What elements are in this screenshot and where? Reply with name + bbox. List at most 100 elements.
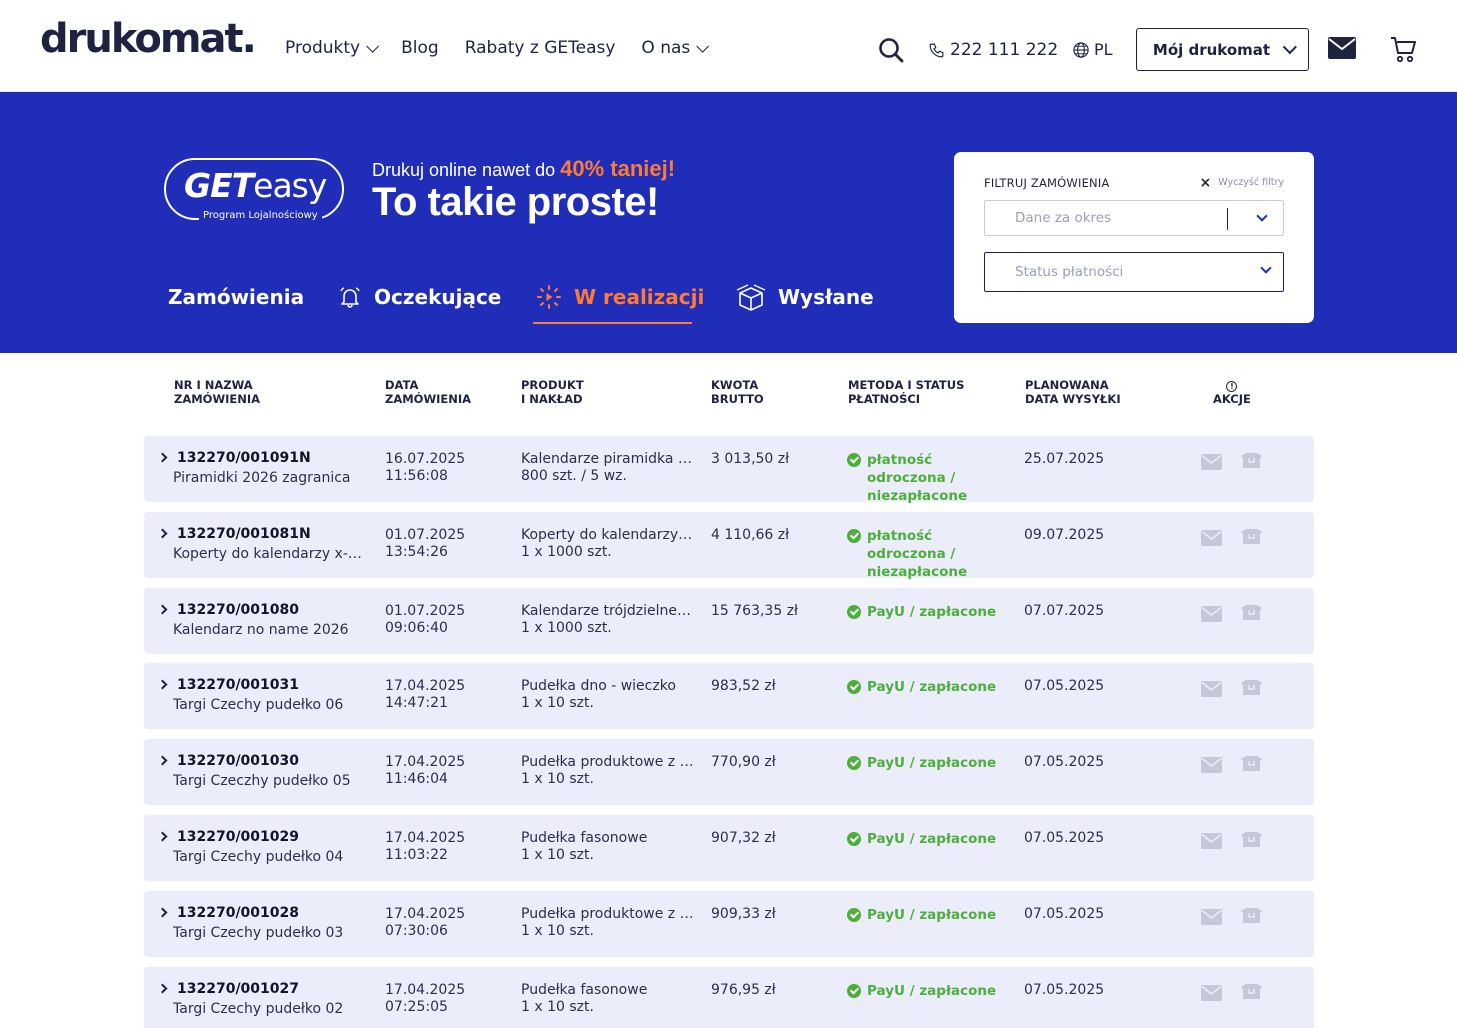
col-header-ship-date: PLANOWANA DATA WYSYŁKI	[1025, 378, 1121, 406]
expand-chevron-icon[interactable]	[157, 831, 168, 842]
nav-item-blog[interactable]: Blog	[401, 38, 439, 58]
product-name: Kalendarze piramidka pr...	[521, 451, 694, 467]
site-header: drukomat. Produkty Blog Rabaty z GETeasy…	[0, 0, 1457, 92]
info-icon[interactable]: !	[1226, 381, 1238, 392]
package-icon[interactable]	[1241, 756, 1262, 773]
mail-icon[interactable]	[1201, 985, 1222, 1001]
logo[interactable]: drukomat.	[40, 16, 257, 62]
globe-icon	[1073, 41, 1089, 58]
package-icon[interactable]	[1241, 605, 1262, 622]
payment-status: PayU / zapłacone	[847, 754, 1007, 772]
planned-ship-date: 07.05.2025	[1024, 830, 1105, 846]
chevron-down-icon	[1260, 262, 1272, 274]
package-icon[interactable]	[1241, 984, 1262, 1001]
expand-chevron-icon[interactable]	[157, 679, 168, 690]
chevron-down-icon	[366, 39, 380, 53]
order-number: 132270/001027	[177, 981, 300, 997]
expand-chevron-icon[interactable]	[157, 604, 168, 615]
period-select[interactable]: Dane za okres	[984, 200, 1284, 236]
gross-amount: 15 763,35 zł	[711, 603, 799, 619]
payment-status-select[interactable]: Status płatności	[984, 252, 1284, 292]
order-time: 11:03:22	[385, 847, 448, 863]
order-name: Targi Czeczhy pudełko 05	[173, 773, 351, 789]
table-row[interactable]: 132270/001030 Targi Czeczhy pudełko 05 1…	[144, 739, 1314, 805]
nav-item-o-nas[interactable]: O nas	[641, 38, 710, 58]
search-icon[interactable]	[878, 37, 904, 63]
product-name: Pudełka dno - wieczko	[521, 678, 676, 694]
order-date: 01.07.2025	[385, 603, 466, 619]
check-circle-icon	[847, 908, 861, 922]
col-header-product: PRODUKT I NAKŁAD	[521, 378, 584, 406]
product-quantity: 800 szt. / 5 wz.	[521, 468, 627, 484]
package-icon	[736, 284, 766, 311]
mail-icon[interactable]	[1328, 37, 1356, 59]
check-circle-icon	[847, 453, 861, 467]
phone-icon	[929, 43, 944, 57]
package-icon[interactable]	[1241, 529, 1262, 546]
package-icon[interactable]	[1241, 453, 1262, 470]
product-quantity: 1 x 10 szt.	[521, 847, 594, 863]
tab-oczekujace[interactable]: Oczekujące	[338, 280, 501, 314]
planned-ship-date: 07.05.2025	[1024, 906, 1105, 922]
nav-item-rabaty[interactable]: Rabaty z GETeasy	[465, 38, 616, 58]
mail-icon[interactable]	[1201, 454, 1222, 470]
tab-w-realizacji[interactable]: W realizacji	[536, 280, 704, 314]
clear-filters-button[interactable]: × Wyczyść filtry	[1200, 176, 1284, 190]
tab-zamowienia[interactable]: Zamówienia	[168, 280, 304, 314]
mail-icon[interactable]	[1201, 530, 1222, 546]
bell-icon	[340, 287, 360, 308]
table-row[interactable]: 132270/001027 Targi Czechy pudełko 02 17…	[144, 967, 1314, 1028]
expand-chevron-icon[interactable]	[157, 907, 168, 918]
mail-icon[interactable]	[1201, 757, 1222, 773]
order-name: Targi Czechy pudełko 04	[173, 849, 344, 865]
payment-status: płatność odroczona / niezapłacone	[847, 527, 1007, 581]
expand-chevron-icon[interactable]	[157, 528, 168, 539]
main-nav: Produkty Blog Rabaty z GETeasy O nas	[285, 38, 731, 58]
phone-link[interactable]: 222 111 222	[928, 40, 1058, 60]
my-account-label: Mój drukomat	[1152, 40, 1271, 59]
order-name: Targi Czechy pudełko 03	[173, 925, 344, 941]
expand-chevron-icon[interactable]	[157, 983, 168, 994]
order-date: 17.04.2025	[385, 906, 466, 922]
phone-number: 222 111 222	[950, 40, 1059, 60]
table-row[interactable]: 132270/001081N Koperty do kalendarzy x-d…	[144, 512, 1314, 581]
expand-chevron-icon[interactable]	[157, 452, 168, 463]
cart-icon[interactable]	[1390, 36, 1416, 64]
select-separator	[1227, 208, 1228, 230]
product-name: Kalendarze trójdzielne P...	[521, 603, 694, 619]
nav-item-produkty[interactable]: Produkty	[285, 38, 380, 58]
table-row[interactable]: 132270/001029 Targi Czechy pudełko 04 17…	[144, 815, 1314, 881]
order-name: Targi Czechy pudełko 02	[173, 1001, 344, 1017]
order-number: 132270/001029	[177, 829, 300, 845]
language-switcher[interactable]: PL	[1072, 40, 1113, 59]
mail-icon[interactable]	[1201, 681, 1222, 697]
package-icon[interactable]	[1241, 832, 1262, 849]
tab-wyslane[interactable]: Wysłane	[736, 280, 874, 314]
my-account-button[interactable]: Mój drukomat	[1136, 28, 1309, 71]
package-icon[interactable]	[1241, 908, 1262, 925]
table-row[interactable]: 132270/001028 Targi Czechy pudełko 03 17…	[144, 891, 1314, 957]
orders-table-header: NR I NAZWA ZAMÓWIENIA DATA ZAMÓWIENIA PR…	[0, 378, 1457, 418]
package-icon[interactable]	[1241, 680, 1262, 697]
geteasy-subtitle: Program Lojalnościowy	[199, 210, 322, 221]
mail-icon[interactable]	[1201, 606, 1222, 622]
order-number: 132270/001031	[177, 677, 300, 693]
order-number: 132270/001081N	[177, 526, 311, 542]
mail-icon[interactable]	[1201, 833, 1222, 849]
product-name: Pudełka fasonowe	[521, 830, 648, 846]
order-date: 17.04.2025	[385, 830, 466, 846]
order-time: 11:46:04	[385, 771, 448, 787]
table-row[interactable]: 132270/001080 Kalendarz no name 2026 01.…	[144, 588, 1314, 654]
product-quantity: 1 x 10 szt.	[521, 695, 594, 711]
order-time: 14:47:21	[385, 695, 448, 711]
chevron-down-icon	[1256, 210, 1268, 222]
mail-icon[interactable]	[1201, 909, 1222, 925]
order-name: Targi Czechy pudełko 06	[173, 697, 344, 713]
table-row[interactable]: 132270/001031 Targi Czechy pudełko 06 17…	[144, 663, 1314, 729]
gross-amount: 909,33 zł	[711, 906, 776, 922]
product-name: Koperty do kalendarzy x...	[521, 527, 694, 543]
gross-amount: 770,90 zł	[711, 754, 776, 770]
table-row[interactable]: 132270/001091N Piramidki 2026 zagranica …	[144, 436, 1314, 504]
order-number: 132270/001028	[177, 905, 300, 921]
expand-chevron-icon[interactable]	[157, 755, 168, 766]
